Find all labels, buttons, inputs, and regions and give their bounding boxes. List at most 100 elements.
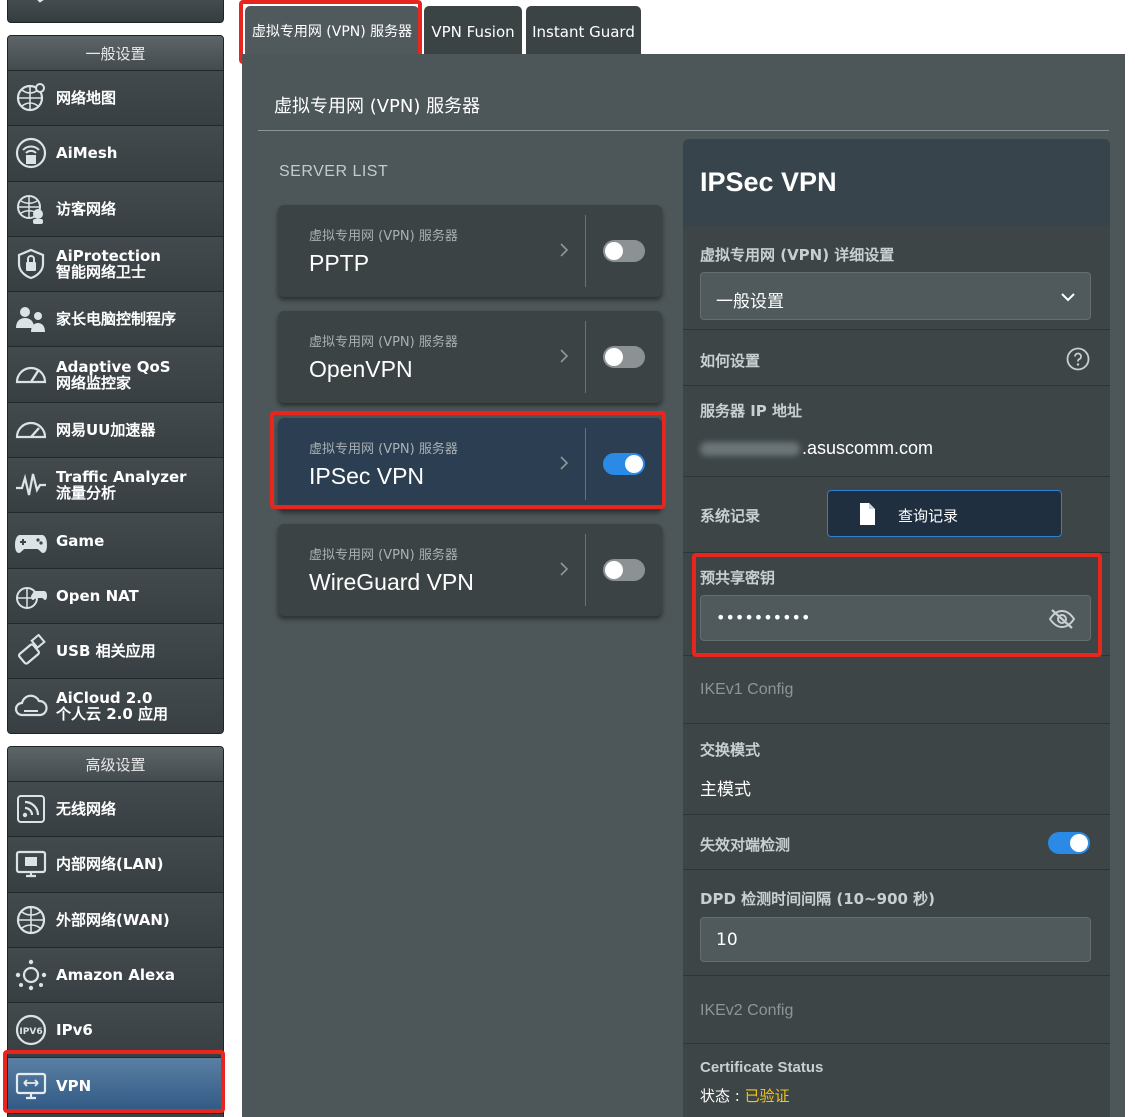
sidebar-item-vpn[interactable]: VPN <box>8 1058 223 1114</box>
server-card-openvpn[interactable]: 虚拟专用网 (VPN) 服务器 OpenVPN <box>278 311 662 403</box>
sidebar-item-label: Traffic Analyzer 流量分析 <box>56 468 187 503</box>
eye-off-icon[interactable] <box>1048 608 1076 630</box>
sidebar-item-usb[interactable]: USB 相关应用 <box>8 623 223 680</box>
server-card-name: IPSec VPN <box>309 463 425 489</box>
openvpn-toggle[interactable] <box>603 346 645 368</box>
sidebar-top-item[interactable] <box>7 0 224 23</box>
server-card-name: OpenVPN <box>309 356 413 382</box>
aimesh-icon <box>8 133 54 173</box>
sidebar-item-traffic-analyzer[interactable]: Traffic Analyzer 流量分析 <box>8 458 223 514</box>
psk-input[interactable]: •••••••••• <box>700 595 1091 641</box>
sidebar-item-label: 网络地图 <box>56 89 117 108</box>
dpd-interval-label: DPD 检测时间间隔 (10~900 秒) <box>700 890 936 908</box>
sidebar-item-adaptive-qos[interactable]: Adaptive QoS 网络监控家 <box>8 347 223 403</box>
sidebar-item-wan[interactable]: 外部网络(WAN) <box>8 892 223 948</box>
view-log-button[interactable]: 查询记录 <box>827 490 1062 537</box>
parental-control-icon <box>8 299 54 339</box>
sidebar-item-label: VPN <box>56 1076 92 1095</box>
sidebar-advanced-header: 高级设置 <box>8 747 223 782</box>
server-card-pptp[interactable]: 虚拟专用网 (VPN) 服务器 PPTP <box>278 205 662 297</box>
card-separator <box>585 321 586 393</box>
main-panel: 虚拟专用网 (VPN) 服务器 SERVER LIST 虚拟专用网 (VPN) … <box>242 54 1125 1117</box>
server-ip-section: 服务器 IP 地址 .asuscomm.com <box>683 386 1110 477</box>
exchange-mode-label: 交换模式 <box>700 741 761 759</box>
document-icon <box>860 503 875 525</box>
aiprotection-icon <box>8 244 54 284</box>
sidebar-item-label: USB 相关应用 <box>56 642 156 661</box>
chevron-right-icon <box>560 456 569 470</box>
chevron-right-icon <box>560 243 569 257</box>
detail-settings-select[interactable]: 一般设置 <box>700 272 1091 320</box>
wan-globe-icon <box>8 900 54 940</box>
tab-instant-guard[interactable]: Instant Guard <box>526 6 641 54</box>
usb-icon <box>8 631 54 671</box>
cert-status-value: 已验证 <box>744 1087 790 1105</box>
ikev2-label: IKEv2 Config <box>700 1002 794 1019</box>
ipsec-toggle[interactable] <box>603 453 645 475</box>
dpd-toggle[interactable] <box>1048 832 1090 854</box>
sidebar-item-lan[interactable]: 内部网络(LAN) <box>8 837 223 893</box>
sidebar-item-label: Amazon Alexa <box>56 966 176 985</box>
wireguard-toggle[interactable] <box>603 559 645 581</box>
wireless-icon <box>8 789 54 829</box>
ikev1-label: IKEv1 Config <box>700 681 794 698</box>
cert-status-label: Certificate Status <box>700 1059 824 1076</box>
sidebar-item-aicloud[interactable]: AiCloud 2.0 个人云 2.0 应用 <box>8 679 223 733</box>
detail-header: IPSec VPN <box>683 139 1110 226</box>
sidebar-general-header: 一般设置 <box>8 36 223 71</box>
detail-settings-value: 一般设置 <box>716 292 784 312</box>
guest-network-icon <box>8 189 54 229</box>
dpd-section: 失效对端检测 <box>683 815 1110 870</box>
chevron-right-icon <box>560 349 569 363</box>
sidebar-item-aimesh[interactable]: AiMesh <box>8 126 223 182</box>
chevron-down-icon <box>1061 293 1075 302</box>
detail-settings-section: 虚拟专用网 (VPN) 详细设置 一般设置 <box>683 226 1110 330</box>
sidebar-advanced-panel: 高级设置 无线网络 内部网络(LAN) 外部网络(WAN) Amazon Ale… <box>7 746 224 1117</box>
ipv6-icon: IPV6 <box>8 1010 54 1050</box>
card-separator <box>585 534 586 606</box>
sidebar-item-ipv6[interactable]: IPV6 IPv6 <box>8 1003 223 1059</box>
title-divider <box>258 130 1109 131</box>
qos-gauge-icon <box>8 355 54 395</box>
sidebar-item-guest-network[interactable]: 访客网络 <box>8 181 223 237</box>
sidebar-item-aiprotection[interactable]: AiProtection 智能网络卫士 <box>8 236 223 293</box>
sidebar-item-network-map[interactable]: 网络地图 <box>8 71 223 127</box>
sidebar-item-alexa[interactable]: Amazon Alexa <box>8 947 223 1004</box>
sidebar-item-label: AiCloud 2.0 个人云 2.0 应用 <box>56 689 169 724</box>
psk-section: 预共享密钥 •••••••••• <box>683 553 1110 656</box>
server-card-subtitle: 虚拟专用网 (VPN) 服务器 <box>309 442 458 457</box>
sidebar-item-game[interactable]: Game <box>8 513 223 569</box>
dpd-interval-input[interactable]: 10 <box>700 917 1091 962</box>
how-to-section: 如何设置 <box>683 330 1110 386</box>
help-icon[interactable] <box>1066 347 1090 371</box>
sidebar-item-label: 外部网络(WAN) <box>56 910 170 929</box>
ikev2-section: IKEv2 Config <box>683 976 1110 1044</box>
card-separator <box>585 215 586 287</box>
server-ip-value: .asuscomm.com <box>700 438 933 459</box>
page-title: 虚拟专用网 (VPN) 服务器 <box>274 96 481 117</box>
ipsec-detail-panel: IPSec VPN 虚拟专用网 (VPN) 详细设置 一般设置 如何设置 服务器… <box>683 139 1110 1117</box>
server-card-name: PPTP <box>309 250 370 276</box>
chevron-right-icon <box>560 562 569 576</box>
vpn-monitor-icon <box>8 1066 54 1106</box>
sidebar-item-label: Game <box>56 531 105 550</box>
sidebar-general-panel: 一般设置 网络地图 AiMesh 访客网络 AiProtection 智能网络卫士… <box>7 35 224 734</box>
psk-label: 预共享密钥 <box>700 569 776 587</box>
sidebar-item-uu-accelerator[interactable]: 网易UU加速器 <box>8 402 223 459</box>
pptp-toggle[interactable] <box>603 240 645 262</box>
tab-vpn-fusion[interactable]: VPN Fusion <box>424 6 522 54</box>
tab-vpn-server[interactable]: 虚拟专用网 (VPN) 服务器 <box>245 6 419 54</box>
uu-accelerator-icon <box>8 410 54 450</box>
server-card-ipsec[interactable]: 虚拟专用网 (VPN) 服务器 IPSec VPN <box>278 418 662 510</box>
how-to-label: 如何设置 <box>700 352 761 370</box>
sidebar: 一般设置 网络地图 AiMesh 访客网络 AiProtection 智能网络卫士… <box>0 0 230 1117</box>
detail-title: IPSec VPN <box>700 167 837 197</box>
sidebar-item-parental-control[interactable]: 家长电脑控制程序 <box>8 292 223 348</box>
server-card-wireguard[interactable]: 虚拟专用网 (VPN) 服务器 WireGuard VPN <box>278 524 662 616</box>
ikev1-section: IKEv1 Config <box>683 656 1110 724</box>
sidebar-item-label: Adaptive QoS 网络监控家 <box>56 357 171 392</box>
sidebar-item-wireless[interactable]: 无线网络 <box>8 782 223 838</box>
sidebar-item-label: 访客网络 <box>56 199 117 218</box>
sidebar-item-open-nat[interactable]: Open NAT <box>8 568 223 624</box>
server-card-subtitle: 虚拟专用网 (VPN) 服务器 <box>309 548 458 563</box>
